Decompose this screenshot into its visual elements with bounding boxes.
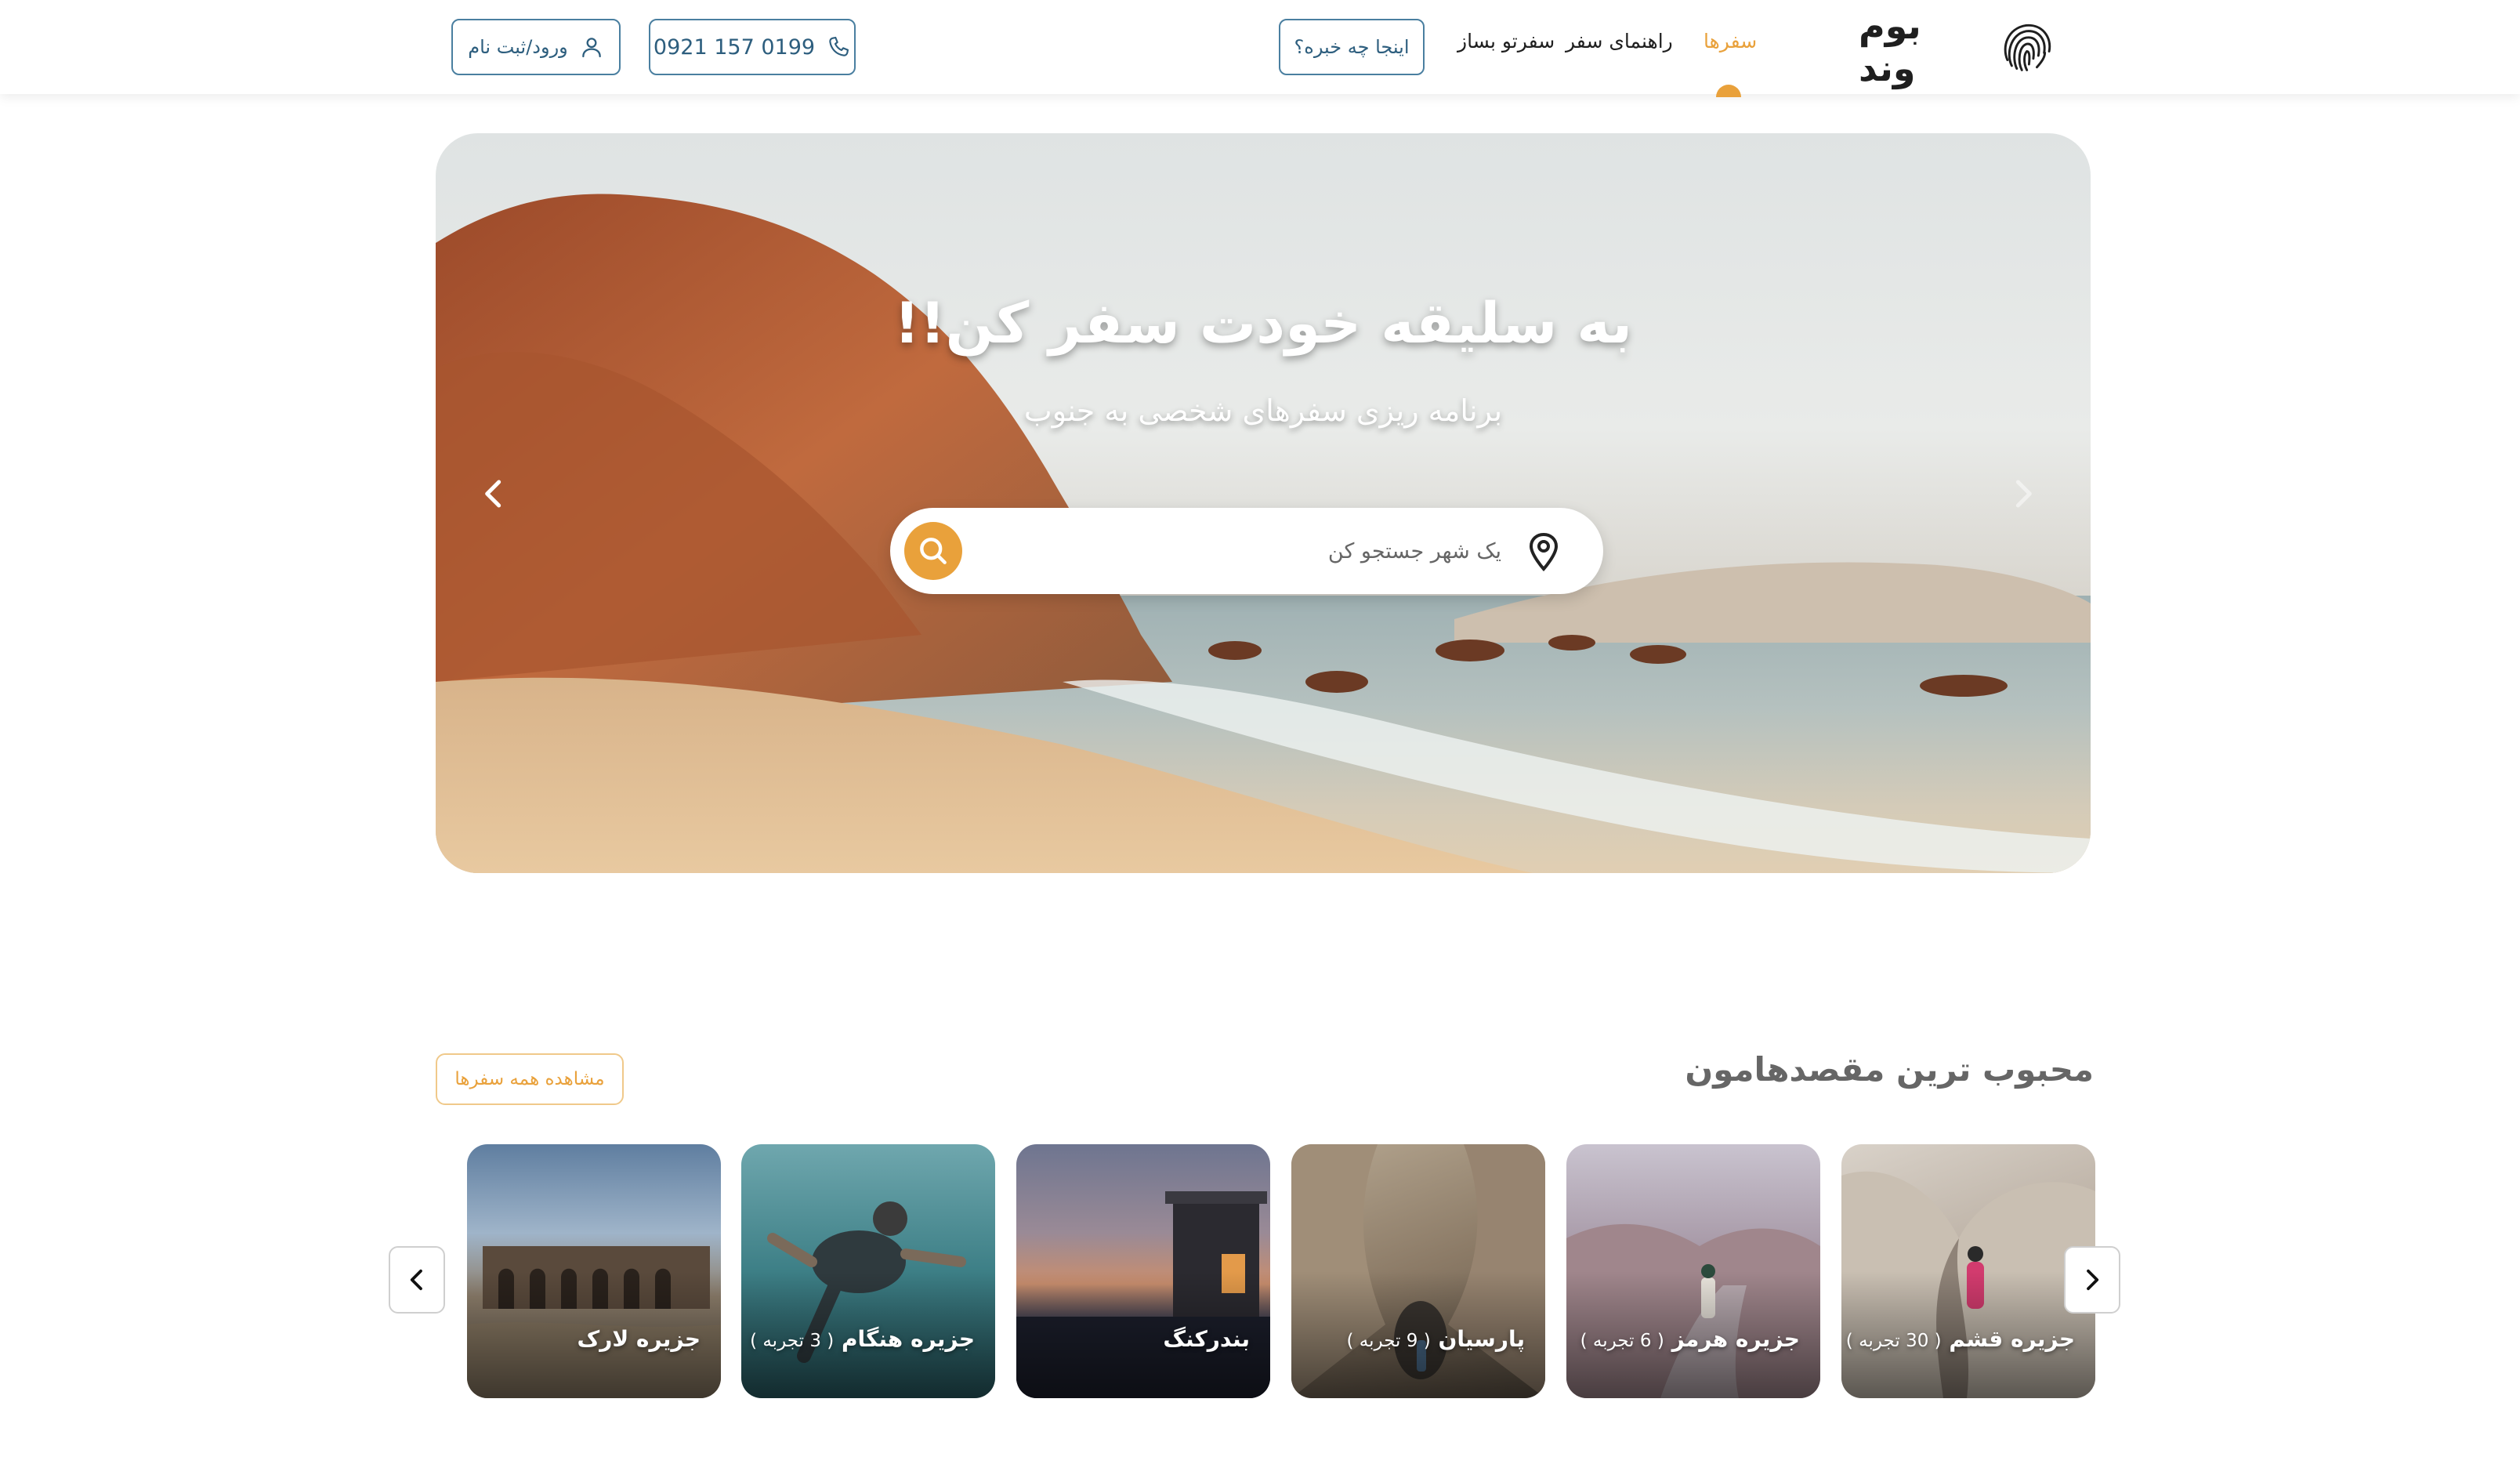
phone-number: 0921 157 0199 <box>653 34 816 60</box>
carousel-prev-button[interactable] <box>389 1246 445 1314</box>
hero-next-arrow[interactable] <box>2000 462 2047 525</box>
destination-card[interactable]: جزیره هنگام ( 3 تجربه ) <box>741 1144 995 1398</box>
active-nav-indicator <box>1716 85 1741 97</box>
location-pin-icon <box>1529 532 1559 572</box>
login-label: ورود/ثبت نام <box>468 36 568 58</box>
destination-name: جزیره هرمز <box>1671 1326 1800 1352</box>
whats-up-button[interactable]: اینجا چه خبره؟ <box>1279 19 1425 75</box>
login-button[interactable]: ورود/ثبت نام <box>451 19 621 75</box>
chevron-right-icon <box>2015 480 2032 508</box>
destination-name: جزیره هنگام <box>842 1326 975 1352</box>
nav-build-trip[interactable]: سفرتو بساز <box>1457 30 1555 53</box>
destination-label: جزیره هرمز ( 6 تجربه ) <box>1580 1326 1800 1352</box>
destination-name: بندرکنگ <box>1163 1326 1250 1352</box>
chevron-right-icon <box>2087 1269 2099 1291</box>
user-icon <box>581 38 601 58</box>
destination-card[interactable]: جزیره هرمز ( 6 تجربه ) <box>1566 1144 1820 1398</box>
destinations-carousel: جزیره قشم ( 30 تجربه ) جزیره هرمز ( 6 تج… <box>467 1144 2095 1398</box>
destination-label: بندرکنگ <box>1163 1326 1250 1352</box>
destination-card[interactable]: بندرکنگ <box>1016 1144 1270 1398</box>
destination-label: پارسیان ( 9 تجربه ) <box>1347 1326 1526 1352</box>
destination-count: ( 30 تجربه ) <box>1845 1331 1942 1351</box>
hero-title: به سلیقه خودت سفر کن!! <box>893 290 1633 356</box>
destination-name: جزیره قشم <box>1949 1326 2075 1352</box>
carousel-next-button[interactable] <box>2064 1246 2120 1314</box>
city-search-box <box>890 508 1603 594</box>
destination-count: ( 3 تجربه ) <box>750 1331 835 1351</box>
destination-card[interactable]: جزیره لارک <box>467 1144 721 1398</box>
search-button[interactable] <box>904 522 962 580</box>
destination-label: جزیره هنگام ( 3 تجربه ) <box>750 1326 975 1352</box>
destination-label: جزیره لارک <box>578 1326 701 1352</box>
chevron-left-icon <box>485 480 501 508</box>
destination-name: پارسیان <box>1438 1326 1525 1352</box>
destination-card[interactable]: جزیره قشم ( 30 تجربه ) <box>1841 1144 2095 1398</box>
hero-landscape-image <box>436 194 2091 873</box>
chevron-left-icon <box>410 1269 422 1291</box>
site-header: بوم وند سفرها راهنمای سفر سفرتو بساز این… <box>0 0 2520 97</box>
destination-label: جزیره قشم ( 30 تجربه ) <box>1846 1326 2075 1352</box>
search-icon <box>920 538 947 564</box>
view-all-trips-button[interactable]: مشاهده همه سفرها <box>436 1053 624 1105</box>
hero-prev-arrow[interactable] <box>470 462 517 525</box>
phone-icon <box>829 36 849 56</box>
city-search-input[interactable] <box>984 530 1501 572</box>
site-logo[interactable]: بوم وند <box>1859 5 2055 89</box>
destination-name: جزیره لارک <box>577 1326 701 1352</box>
nav-trips[interactable]: سفرها <box>1704 30 1757 53</box>
destination-count: ( 9 تجربه ) <box>1346 1331 1431 1351</box>
hero-subtitle: برنامه ریزی سفرهای شخصی به جنوب <box>1023 393 1503 428</box>
section-title: محبوب ترین مقصدهامون <box>1685 1050 2094 1089</box>
fingerprint-icon <box>2004 24 2051 71</box>
whats-up-label: اینجا چه خبره؟ <box>1294 36 1410 58</box>
phone-button[interactable]: 0921 157 0199 <box>649 19 856 75</box>
nav-travel-guide[interactable]: راهنمای سفر <box>1566 30 1673 53</box>
logo-text: بوم وند <box>1859 5 1921 89</box>
destination-card[interactable]: پارسیان ( 9 تجربه ) <box>1291 1144 1545 1398</box>
hero-banner: به سلیقه خودت سفر کن!! برنامه ریزی سفرها… <box>436 133 2091 873</box>
destination-count: ( 6 تجربه ) <box>1580 1331 1664 1351</box>
